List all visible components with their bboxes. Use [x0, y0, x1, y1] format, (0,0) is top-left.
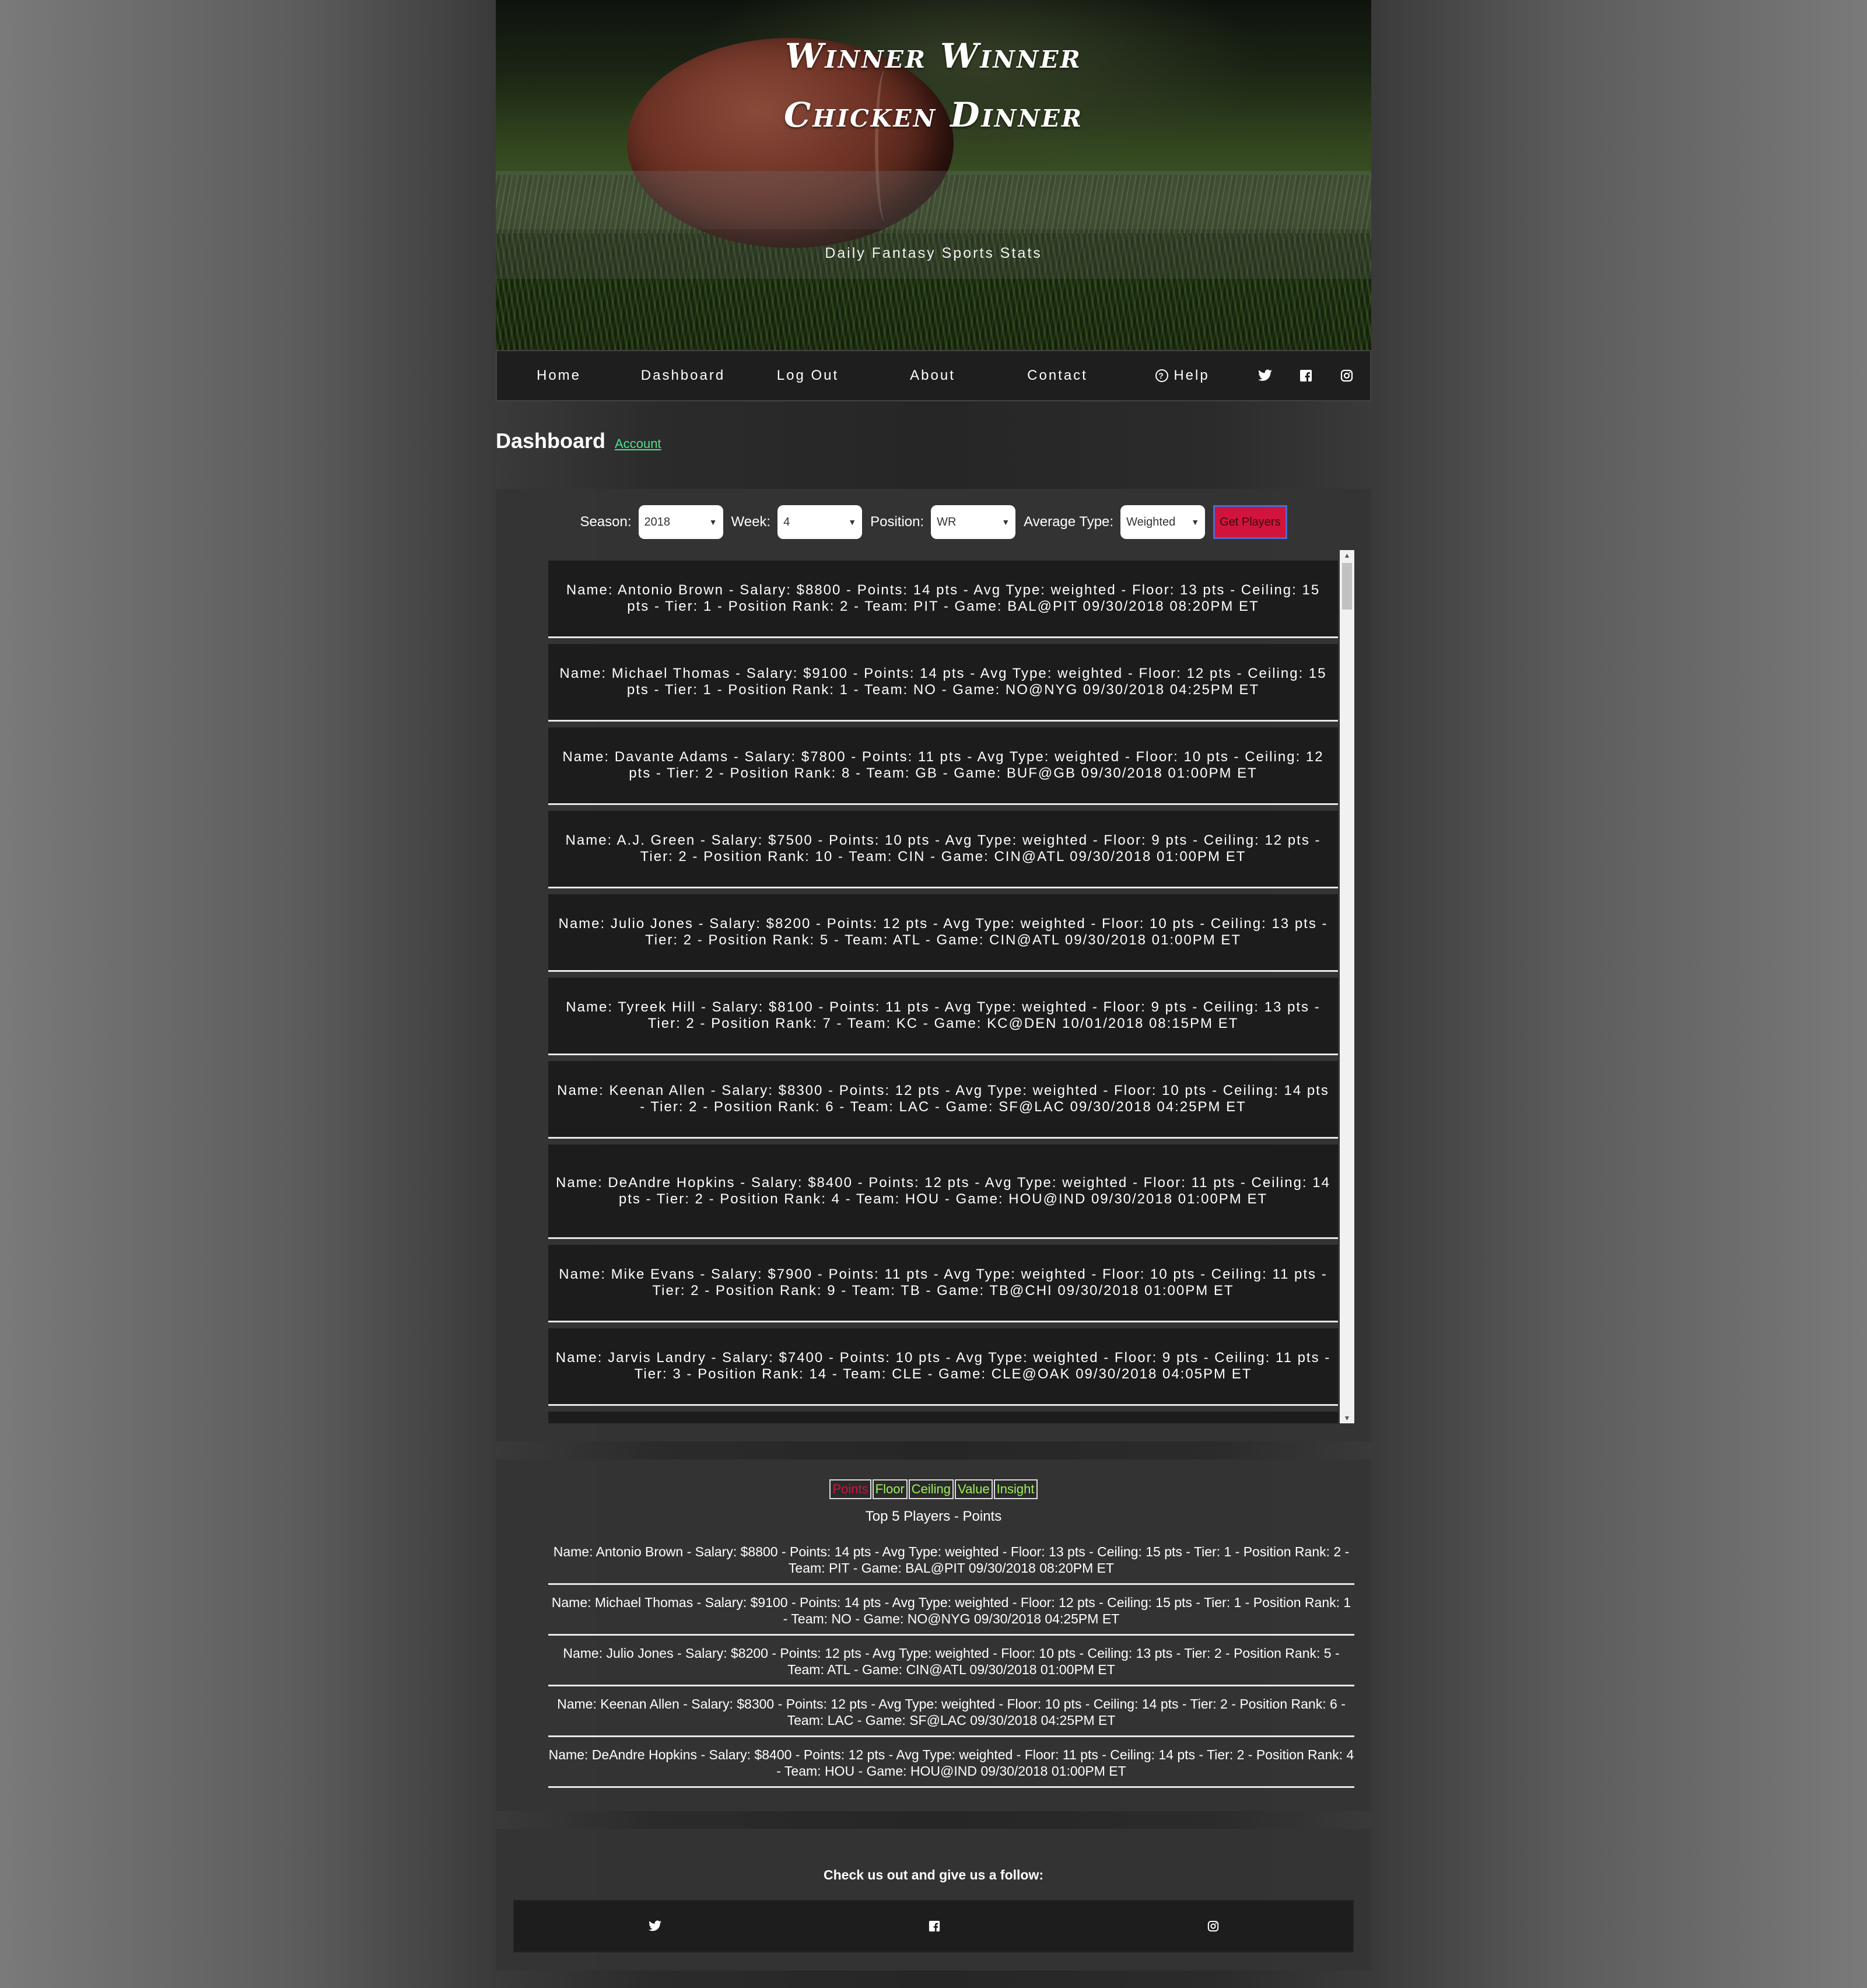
player-card: Name: Julio Jones - Salary: $8200 - Poin…	[548, 894, 1338, 972]
follow-text: Check us out and give us a follow:	[824, 1867, 1043, 1882]
get-players-button[interactable]: Get Players	[1213, 505, 1287, 539]
week-select[interactable]: 4 ▼	[777, 505, 863, 539]
position-select[interactable]: WR ▼	[931, 505, 1016, 539]
hero-band-upper	[496, 171, 1371, 229]
chevron-down-icon: ▼	[709, 517, 717, 527]
nav-dashboard[interactable]: Dashboard	[621, 368, 745, 384]
site-subtitle: Daily Fantasy Sports Stats	[825, 245, 1042, 261]
players-panel: Season: 2018 ▼ Week: 4 ▼ Position: WR ▼ Ave…	[496, 489, 1371, 1441]
footer-instagram-icon[interactable]	[1207, 1920, 1219, 1932]
tab-ceiling[interactable]: Ceiling	[908, 1479, 954, 1499]
nav-contact[interactable]: Contact	[995, 368, 1120, 384]
nav-twitter-icon[interactable]	[1245, 369, 1285, 382]
nav-help[interactable]: ? Help	[1120, 368, 1245, 384]
tab-value[interactable]: Value	[955, 1479, 993, 1499]
top5-item: Name: Julio Jones - Salary: $8200 - Poin…	[548, 1643, 1354, 1686]
site-title-line1: Winner Winner	[785, 36, 1082, 76]
position-select-value: WR	[937, 515, 957, 528]
scrollbar-thumb[interactable]	[1342, 563, 1352, 610]
top5-list: Name: Antonio Brown - Salary: $8800 - Po…	[548, 1541, 1354, 1795]
main-nav: Home Dashboard Log Out About Contact ? H…	[496, 350, 1371, 401]
avg-type-label: Average Type:	[1024, 514, 1114, 530]
footer-twitter-icon[interactable]	[648, 1920, 662, 1932]
nav-home[interactable]: Home	[497, 368, 621, 384]
footer: Check us out and give us a follow:	[496, 1829, 1371, 1971]
page-title: Dashboard	[496, 429, 606, 453]
position-label: Position:	[870, 514, 924, 530]
player-card: Name: Mike Evans - Salary: $7900 - Point…	[548, 1245, 1338, 1322]
top5-item: Name: Keenan Allen - Salary: $8300 - Poi…	[548, 1693, 1354, 1737]
week-select-value: 4	[783, 515, 790, 528]
week-label: Week:	[731, 514, 771, 530]
season-select[interactable]: 2018 ▼	[638, 505, 723, 539]
account-link[interactable]: Account	[615, 436, 661, 452]
player-card: Name: Keenan Allen - Salary: $8300 - Poi…	[548, 1061, 1338, 1139]
chevron-down-icon: ▼	[848, 517, 857, 527]
stat-tabs: Points Floor Ceiling Value Insight	[496, 1479, 1371, 1499]
player-card: Name: A.J. Green - Salary: $7500 - Point…	[548, 811, 1338, 888]
nav-facebook-icon[interactable]	[1285, 369, 1326, 382]
scroll-up-icon[interactable]: ▲	[1340, 551, 1354, 559]
dashboard-header: Dashboard Account	[496, 429, 661, 453]
top5-title: Top 5 Players - Points	[865, 1508, 1002, 1524]
svg-text:?: ?	[1159, 371, 1166, 380]
player-card: Name: Antonio Brown - Salary: $8800 - Po…	[548, 561, 1338, 638]
player-card: Name: DeAndre Hopkins - Salary: $8400 - …	[548, 1144, 1338, 1239]
nav-logout[interactable]: Log Out	[745, 368, 870, 384]
season-select-value: 2018	[644, 515, 671, 528]
top5-item: Name: Michael Thomas - Salary: $9100 - P…	[548, 1592, 1354, 1636]
nav-help-label: Help	[1174, 368, 1210, 383]
player-card-partial	[548, 1412, 1338, 1423]
tab-insight[interactable]: Insight	[993, 1479, 1038, 1499]
hero-banner: Winner Winner Chicken Dinner Daily Fanta…	[496, 0, 1371, 350]
season-label: Season:	[580, 514, 632, 530]
chevron-down-icon: ▼	[1191, 517, 1200, 527]
site-title-line2: Chicken Dinner	[783, 95, 1084, 135]
player-card: Name: Jarvis Landry - Salary: $7400 - Po…	[548, 1328, 1338, 1406]
avg-type-select-value: Weighted	[1126, 515, 1176, 528]
list-scrollbar[interactable]: ▲ ▼	[1340, 550, 1354, 1423]
top5-item: Name: DeAndre Hopkins - Salary: $8400 - …	[548, 1744, 1354, 1788]
avg-type-select[interactable]: Weighted ▼	[1120, 505, 1206, 539]
player-card: Name: Davante Adams - Salary: $7800 - Po…	[548, 727, 1338, 805]
player-list-scroll[interactable]: Name: Antonio Brown - Salary: $8800 - Po…	[548, 550, 1354, 1423]
tab-points[interactable]: Points	[829, 1479, 871, 1499]
footer-facebook-icon[interactable]	[929, 1920, 940, 1932]
top5-item: Name: Antonio Brown - Salary: $8800 - Po…	[548, 1541, 1354, 1585]
page-wrapper: Winner Winner Chicken Dinner Daily Fanta…	[496, 0, 1371, 1971]
tab-floor[interactable]: Floor	[872, 1479, 908, 1499]
player-card: Name: Tyreek Hill - Salary: $8100 - Poin…	[548, 978, 1338, 1055]
nav-about[interactable]: About	[870, 368, 995, 384]
scroll-down-icon[interactable]: ▼	[1340, 1414, 1354, 1422]
help-icon: ?	[1155, 369, 1169, 383]
player-list: Name: Antonio Brown - Salary: $8800 - Po…	[548, 550, 1338, 1423]
chevron-down-icon: ▼	[1001, 517, 1010, 527]
player-card: Name: Michael Thomas - Salary: $9100 - P…	[548, 644, 1338, 722]
nav-instagram-icon[interactable]	[1326, 369, 1367, 382]
top5-panel: Points Floor Ceiling Value Insight Top 5…	[496, 1460, 1371, 1811]
social-links	[513, 1900, 1354, 1952]
filter-bar: Season: 2018 ▼ Week: 4 ▼ Position: WR ▼ Ave…	[496, 505, 1371, 539]
